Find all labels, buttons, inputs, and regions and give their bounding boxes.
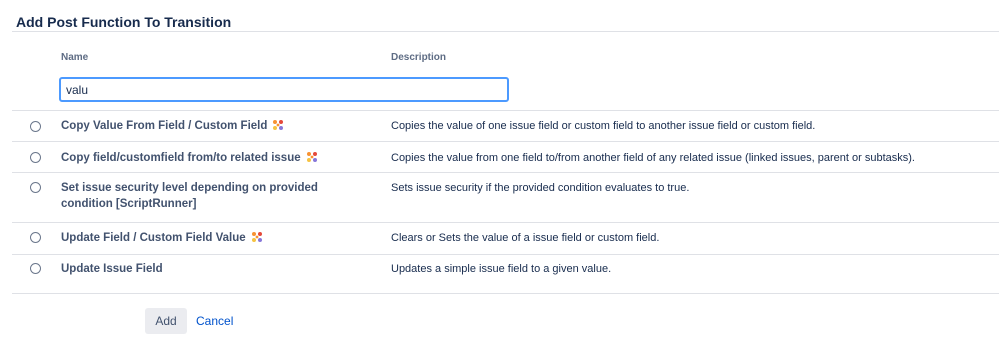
radio-button[interactable]	[30, 121, 41, 132]
function-description: Sets issue security if the provided cond…	[391, 182, 690, 194]
search-input[interactable]	[59, 77, 509, 102]
radio-button[interactable]	[30, 232, 41, 243]
function-name: Copy Value From Field / Custom Field	[61, 120, 268, 132]
scriptrunner-icon	[273, 120, 284, 130]
scriptrunner-icon	[251, 232, 262, 242]
column-header-name: Name	[61, 52, 89, 63]
function-name: Copy field/customfield from/to related i…	[61, 152, 301, 164]
function-name: Update Field / Custom Field Value	[61, 232, 246, 244]
scriptrunner-icon	[306, 152, 317, 162]
function-description: Updates a simple issue field to a given …	[391, 263, 612, 275]
function-description: Clears or Sets the value of a issue fiel…	[391, 232, 660, 244]
add-button[interactable]: Add	[145, 308, 187, 334]
list-item[interactable]: Copy Value From Field / Custom Field Cop…	[12, 111, 999, 142]
dialog-title: Add Post Function To Transition	[16, 14, 232, 30]
function-name: Set issue security level depending on pr…	[61, 182, 318, 210]
list-item[interactable]: Update Issue Field Updates a simple issu…	[12, 255, 999, 285]
list-item[interactable]: Set issue security level depending on pr…	[12, 173, 999, 223]
column-header-description: Description	[391, 52, 447, 63]
list-item[interactable]: Update Field / Custom Field Value Clears…	[12, 223, 999, 255]
cancel-link[interactable]: Cancel	[196, 314, 233, 328]
function-description: Copies the value from one field to/from …	[391, 152, 915, 164]
function-description: Copies the value of one issue field or c…	[391, 120, 816, 132]
function-name: Update Issue Field	[61, 263, 163, 275]
radio-button[interactable]	[30, 182, 41, 193]
radio-button[interactable]	[30, 152, 41, 163]
footer-divider	[12, 293, 999, 294]
list-item[interactable]: Copy field/customfield from/to related i…	[12, 142, 999, 173]
title-divider	[12, 31, 999, 32]
radio-button[interactable]	[30, 263, 41, 274]
